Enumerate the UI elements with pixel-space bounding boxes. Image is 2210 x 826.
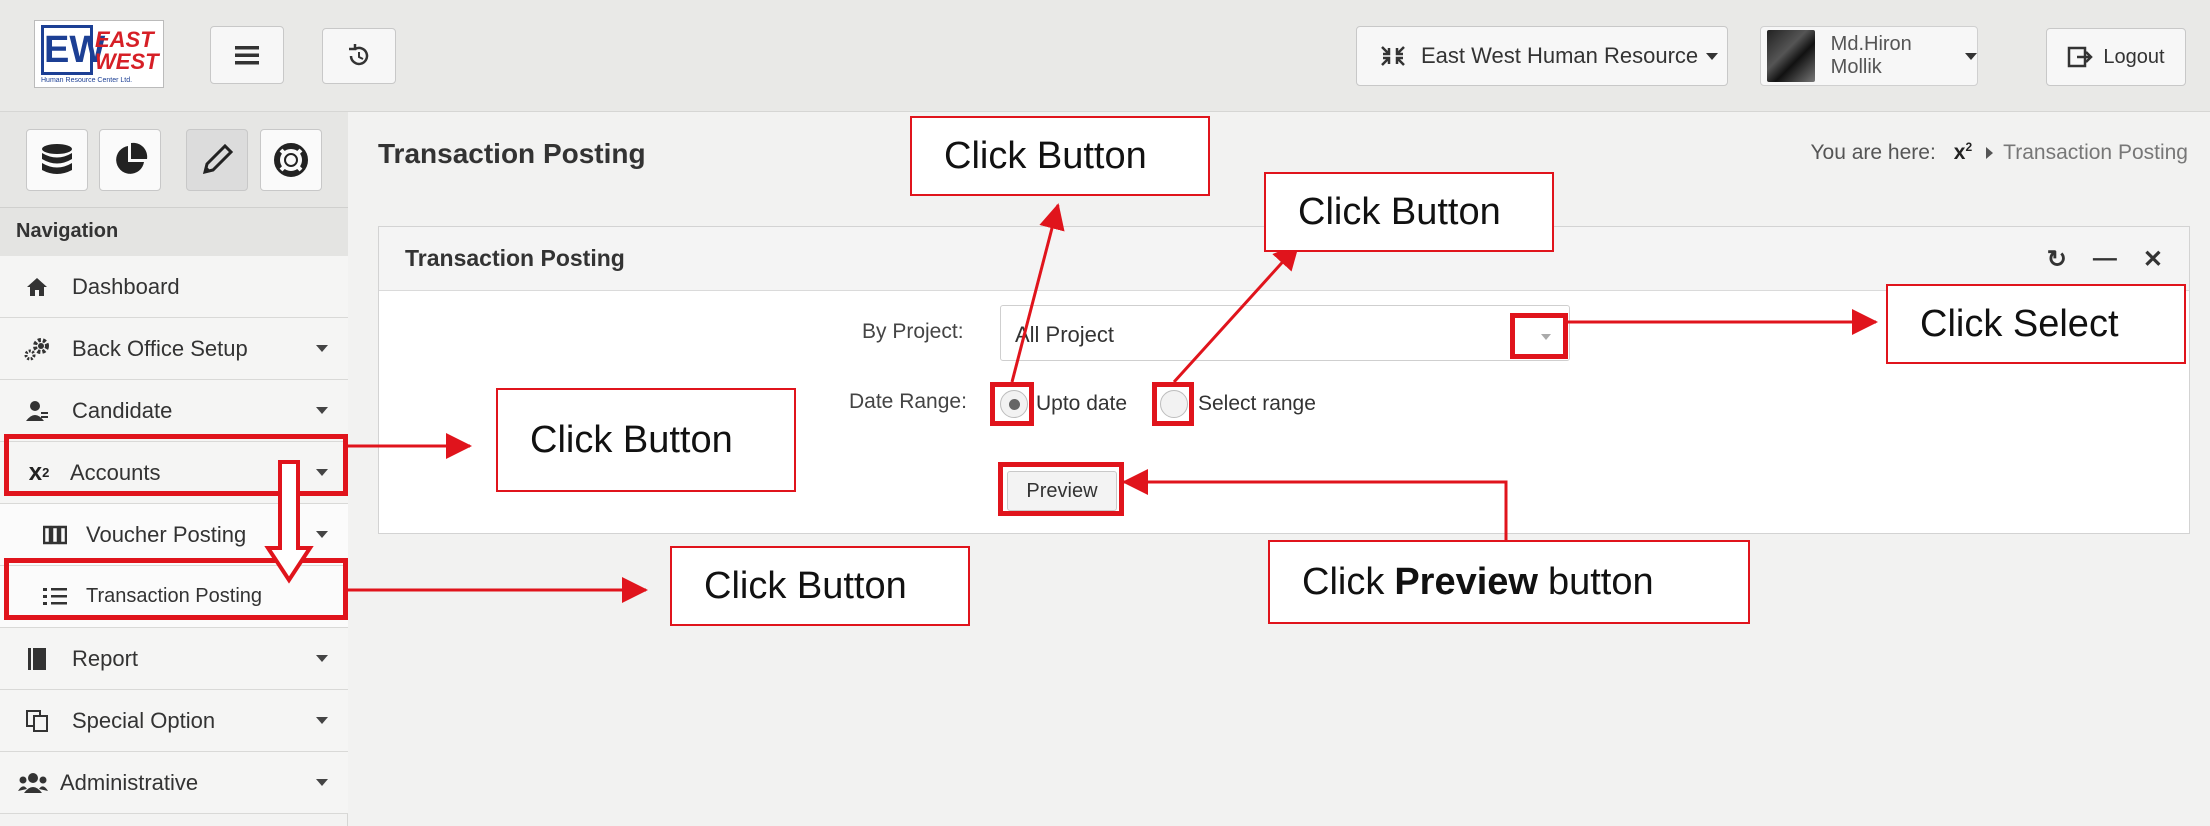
callout-preview-bold: Preview: [1394, 560, 1538, 603]
callout-transaction-posting: Click Button: [670, 546, 970, 626]
callout-select-project: Click Select: [1886, 284, 2186, 364]
callout-select-range: Click Button: [1264, 172, 1554, 252]
callout-upto-date: Click Button: [910, 116, 1210, 196]
callout-accounts: Click Button: [496, 388, 796, 492]
callout-preview-pre: Click: [1302, 560, 1385, 603]
callout-preview: Click Preview button: [1268, 540, 1750, 624]
callout-preview-post: button: [1547, 560, 1654, 603]
